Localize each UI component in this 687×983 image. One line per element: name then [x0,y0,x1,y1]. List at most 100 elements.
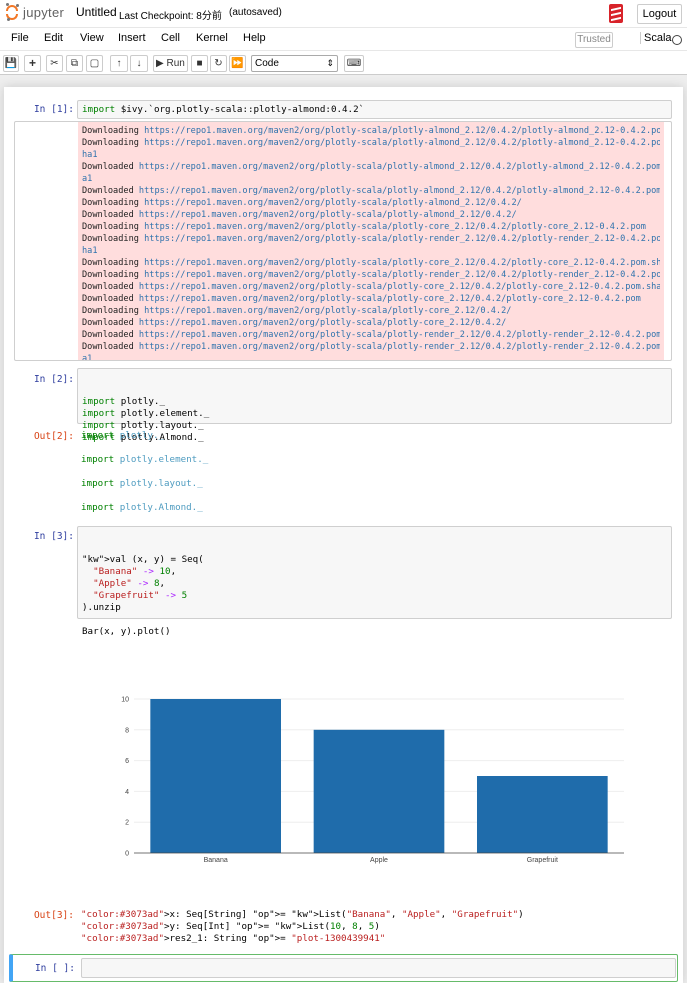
cell-4-selected[interactable]: In [ ]: [9,954,678,982]
stderr-url[interactable]: a1 [82,174,92,184]
stderr-url[interactable]: https://repo1.maven.org/maven2/org/plotl… [139,282,660,292]
restart-button[interactable]: ↻ [210,55,227,72]
restart-run-all-button[interactable]: ⏩ [229,55,246,72]
bar-apple[interactable] [313,729,445,853]
move-up-button[interactable]: ↑ [110,55,128,72]
run-button[interactable]: ▶​ Run [153,55,188,72]
stderr-url[interactable]: https://repo1.maven.org/maven2/org/plotl… [144,222,646,232]
code-line: ).unzip [82,602,121,613]
code-line: import plotly._ [82,396,165,407]
stderr-url[interactable]: https://repo1.maven.org/maven2/org/plotl… [139,330,660,340]
stderr-url[interactable]: ha1 [82,246,98,256]
bar-grapefruit[interactable] [477,776,608,853]
output-line: import plotly.layout._ [81,478,203,489]
code-line: "kw">val (x, y) = Seq( [82,554,204,565]
stderr-url[interactable]: https://repo1.maven.org/maven2/org/plotl… [144,198,522,208]
cell-2-code-editor[interactable]: import plotly._ import plotly.element._ im… [77,368,672,443]
notebook-title[interactable]: Untitled [76,5,117,19]
menubar: File Edit View Insert Cell Kernel Help T… [0,28,687,51]
stderr-line: Downloading https://repo1.maven.org/mave… [82,137,660,149]
cell-4-input-prompt: In [ ]: [34,963,75,974]
keyboard-icon: ⌨ [346,58,362,69]
stderr-url[interactable]: https://repo1.maven.org/maven2/org/plotl… [139,294,641,304]
paste-button[interactable]: ▢ [86,55,103,72]
stderr-url[interactable]: https://repo1.maven.org/maven2/org/plotl… [139,186,660,196]
menu-help[interactable]: Help [243,32,266,44]
fast-forward-icon: ⏩ [231,58,244,69]
x-tick-label: Apple [370,857,388,864]
cell-type-select[interactable]: Code ⇕ [251,55,338,72]
chevron-updown-icon: ⇕ [326,58,334,68]
insert-cell-button[interactable]: + [24,55,41,72]
trusted-indicator[interactable]: Trusted [575,32,613,48]
stderr-line: a1 [82,353,660,360]
stderr-verb: Downloading [82,234,145,244]
menu-insert[interactable]: Insert [118,32,146,44]
move-down-button[interactable]: ↓ [130,55,148,72]
logout-button[interactable]: Logout [637,4,682,24]
jupyter-logo[interactable]: jupyter [5,3,64,21]
stderr-verb: Downloading [82,222,145,232]
plus-icon: + [28,56,36,70]
output-line: "color:#3073ad">res2_1: String "op">= "p… [81,933,386,944]
command-palette-button[interactable]: ⌨ [344,55,364,72]
menu-edit[interactable]: Edit [44,32,63,44]
bar-banana[interactable] [150,699,281,853]
autosave-status: (autosaved) [229,7,282,18]
stderr-verb: Downloaded [82,282,139,292]
save-button[interactable]: 💾 [3,55,19,72]
stderr-line: Downloading https://repo1.maven.org/mave… [82,197,660,209]
interrupt-button[interactable]: ■ [191,55,208,72]
stderr-url[interactable]: https://repo1.maven.org/maven2/org/plotl… [139,210,517,220]
stderr-url[interactable]: https://repo1.maven.org/maven2/org/plotl… [144,138,660,148]
stderr-url[interactable]: https://repo1.maven.org/maven2/org/plotl… [144,270,660,280]
stderr-line: Downloading https://repo1.maven.org/mave… [82,221,660,233]
stderr-verb: Downloading [82,198,145,208]
menu-file[interactable]: File [11,32,29,44]
cell-1-output-area[interactable]: Downloading https://repo1.maven.org/mave… [14,121,672,361]
output-line: "color:#3073ad">x: Seq[String] "op">= "k… [81,909,524,920]
output-line: import plotly.Almond._ [81,502,203,513]
scissors-icon: ✂ [50,58,59,69]
kernel-name: Scala [640,32,672,44]
cell-type-value: Code [255,58,279,69]
stderr-url[interactable]: https://repo1.maven.org/maven2/org/plotl… [144,306,511,316]
bar-chart[interactable]: 0 2 4 6 8 10 Banana Apple Grapefruit [104,687,634,877]
stderr-url[interactable]: https://repo1.maven.org/maven2/org/plotl… [139,162,660,172]
menu-kernel[interactable]: Kernel [196,32,228,44]
stderr-line: Downloading https://repo1.maven.org/mave… [82,305,660,317]
stderr-verb: Downloading [82,270,145,280]
arrow-down-icon: ↓ [136,58,142,69]
copy-button[interactable]: ⧉ [66,55,83,72]
stderr-line: ha1 [82,245,660,257]
x-tick-label: Grapefruit [527,857,558,864]
stderr-verb: Downloaded [82,294,139,304]
cut-button[interactable]: ✂ [46,55,63,72]
menu-view[interactable]: View [80,32,104,44]
stderr-verb: Downloading [82,126,145,136]
output-line: import plotly.element._ [81,454,209,465]
stderr-url[interactable]: ha1 [82,150,98,160]
stderr-url[interactable]: https://repo1.maven.org/maven2/org/plotl… [144,234,660,244]
stderr-url[interactable]: https://repo1.maven.org/maven2/org/plotl… [139,318,506,328]
code-line: Bar(x, y).plot() [82,626,171,637]
stderr-url[interactable]: https://repo1.maven.org/maven2/org/plotl… [144,126,660,136]
toolbar: 💾 + ✂ ⧉ ▢ ↑ ↓ ▶​ Run ■ ↻ ⏩ Code ⇕ ⌨ [0,51,687,75]
stderr-verb: Downloaded [82,162,139,172]
y-tick-label: 4 [125,789,129,796]
cell-4-code-editor[interactable] [81,958,676,978]
stderr-url[interactable]: https://repo1.maven.org/maven2/org/plotl… [144,258,660,268]
stderr-line: Downloading https://repo1.maven.org/mave… [82,233,660,245]
last-checkpoint: Last Checkpoint: 8分前 [119,11,222,22]
save-icon: 💾 [4,58,18,69]
stderr-url[interactable]: https://repo1.maven.org/maven2/org/plotl… [139,342,660,352]
menu-cell[interactable]: Cell [161,32,180,44]
stderr-url[interactable]: a1 [82,354,92,360]
cell-1-code-editor[interactable]: import $ivy.`org.plotly-scala::plotly-al… [77,100,672,119]
cell-3-input-prompt: In [3]: [33,531,74,542]
cell-3-output-prompt: Out[3]: [33,910,74,921]
cell-3-code-editor[interactable]: "kw">val (x, y) = Seq( "Banana" -> 10, "… [77,526,672,637]
stderr-verb: Downloaded [82,210,139,220]
stderr-line: Downloading https://repo1.maven.org/mave… [82,125,660,137]
kernel-idle-icon [672,35,682,45]
